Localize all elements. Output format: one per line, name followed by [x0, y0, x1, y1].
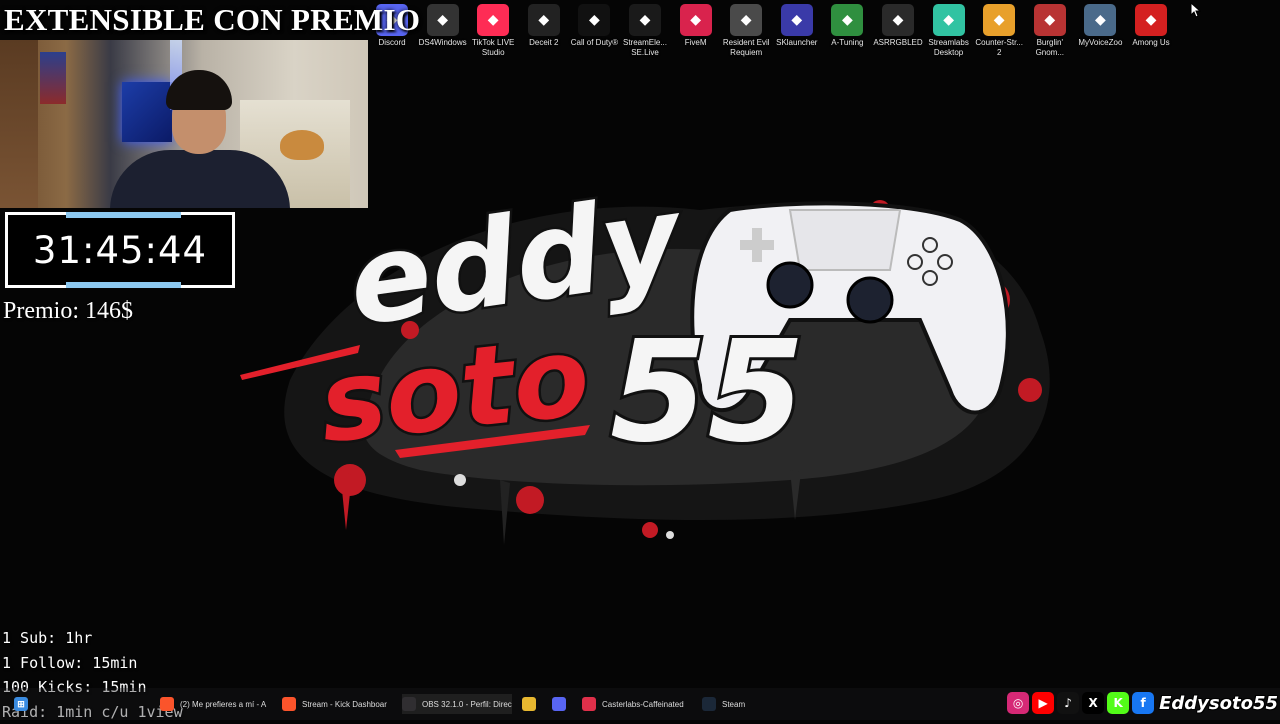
desktop-icon-label: FiveM [669, 38, 723, 48]
taskbar-item[interactable]: Steam [702, 694, 745, 714]
taskbar-item-label: Casterlabs-Caffeinated [602, 700, 684, 709]
desktop-icon-label: Burglin' Gnom... [1023, 38, 1077, 58]
tiktok-icon[interactable]: ♪ [1057, 692, 1079, 714]
x-icon[interactable]: X [1082, 692, 1104, 714]
desktop-icon[interactable]: ◆ ASRRGBLED [871, 4, 925, 48]
desktop-icon-label: StreamEle... SE.Live [618, 38, 672, 58]
gamepad-icon: ◆ [427, 4, 459, 36]
desktop-icon[interactable]: ◆Burglin' Gnom... [1023, 4, 1077, 58]
logo-55-text: 55 [610, 311, 805, 474]
desktop-icon-label: Discord [365, 38, 419, 48]
taskbar-item[interactable]: (2) Me prefieres a mí - A [160, 694, 266, 714]
obs-icon [402, 697, 416, 711]
subathon-timer: 31:45:44 [5, 212, 235, 288]
tiktok-icon: ◆ [477, 4, 509, 36]
steam-icon [702, 697, 716, 711]
casterlabs-icon [582, 697, 596, 711]
youtube-icon[interactable]: ▶ [1032, 692, 1054, 714]
brave-icon [160, 697, 174, 711]
desktop-icon[interactable]: ◆ MyVoiceZoo [1073, 4, 1127, 48]
taskbar-item[interactable] [552, 694, 572, 714]
desktop-icon-label: ASRRGBLED [871, 38, 925, 48]
desktop-icon-label: DS4Windows [416, 38, 470, 48]
cube-icon: ◆ [781, 4, 813, 36]
desktop-icon-label: TikTok LIVE Studio [466, 38, 520, 58]
cat-graphic [280, 130, 324, 160]
taskbar-item-label: (2) Me prefieres a mí - A [180, 700, 266, 709]
desktop-icon-label: Streamlabs Desktop [922, 38, 976, 58]
desktop-icon[interactable]: ◆Counter-Str... 2 [972, 4, 1026, 58]
desktop-icon-label: Among Us [1124, 38, 1178, 48]
amongus-icon: ◆ [1135, 4, 1167, 36]
taskbar-item-label: Stream - Kick Dashboar [302, 700, 387, 709]
taskbar-item[interactable]: OBS 32.1.0 - Perfil: Direc [402, 694, 512, 714]
fivem-icon: ◆ [680, 4, 712, 36]
desktop-icon[interactable]: ◆Streamlabs Desktop [922, 4, 976, 58]
taskbar-item-label: OBS 32.1.0 - Perfil: Direc [422, 700, 512, 709]
rule-follow: 1 Follow: 15min [2, 651, 183, 676]
discord-icon [552, 697, 566, 711]
desktop-icon-label: A-Tuning [820, 38, 874, 48]
asrock-icon: ◆ [882, 4, 914, 36]
bird-icon: ◆ [1084, 4, 1116, 36]
timer-value: 31:45:44 [33, 229, 207, 272]
webcam-feed [0, 40, 368, 208]
rule-sub: 1 Sub: 1hr [2, 626, 183, 651]
desktop-icon[interactable]: ◆ A-Tuning [820, 4, 874, 48]
social-handle: Eddysoto55 [1159, 693, 1278, 714]
taskbar-item-label: Steam [722, 700, 745, 709]
desktop-icon[interactable]: ◆ SKlauncher [770, 4, 824, 48]
rabbit-icon: ◆ [528, 4, 560, 36]
taskbar-item[interactable]: Stream - Kick Dashboar [282, 694, 387, 714]
windows-icon: ⊞ [14, 697, 28, 711]
facebook-icon[interactable]: f [1132, 692, 1154, 714]
desktop-icon-label: Call of Duty® [567, 38, 621, 48]
desktop-icon[interactable]: ◆ Among Us [1124, 4, 1178, 48]
desktop-icon[interactable]: ◆Resident Evil Requiem [719, 4, 773, 58]
re-icon: ◆ [730, 4, 762, 36]
atuning-icon: ◆ [831, 4, 863, 36]
desktop-icon[interactable]: ◆ Call of Duty® [567, 4, 621, 48]
cod-icon: ◆ [578, 4, 610, 36]
desktop-icon[interactable]: ◆StreamEle... SE.Live [618, 4, 672, 58]
eddysoto55-logo: eddy soto 55 [230, 150, 1070, 560]
desktop-icon[interactable]: ◆ DS4Windows [416, 4, 470, 48]
streamlabs-icon: ◆ [933, 4, 965, 36]
taskbar-item[interactable] [522, 694, 542, 714]
brave-icon [282, 697, 296, 711]
desktop-icon[interactable]: ◆ FiveM [669, 4, 723, 48]
overlay-title: EXTENSIBLE CON PREMIO [4, 2, 420, 38]
gnome-icon: ◆ [1034, 4, 1066, 36]
folder-icon [522, 697, 536, 711]
desktop-icon-label: Deceit 2 [517, 38, 571, 48]
desktop-icon[interactable]: ◆TikTok LIVE Studio [466, 4, 520, 58]
kick-icon[interactable]: K [1107, 692, 1129, 714]
social-links: ◎▶♪XKfEddysoto55 [1007, 690, 1278, 716]
streamer-graphic [150, 70, 260, 208]
start-button[interactable]: ⊞ [14, 694, 34, 714]
desktop-icon-label: MyVoiceZoo [1073, 38, 1127, 48]
streamelements-icon: ◆ [629, 4, 661, 36]
instagram-icon[interactable]: ◎ [1007, 692, 1029, 714]
desktop-icon-label: SKlauncher [770, 38, 824, 48]
desktop-icon-label: Resident Evil Requiem [719, 38, 773, 58]
taskbar-item[interactable]: Casterlabs-Caffeinated [582, 694, 684, 714]
prize-label: Premio: 146$ [3, 298, 133, 325]
desktop-icon[interactable]: ◆ Deceit 2 [517, 4, 571, 48]
cs2-icon: ◆ [983, 4, 1015, 36]
desktop-icon-label: Counter-Str... 2 [972, 38, 1026, 58]
